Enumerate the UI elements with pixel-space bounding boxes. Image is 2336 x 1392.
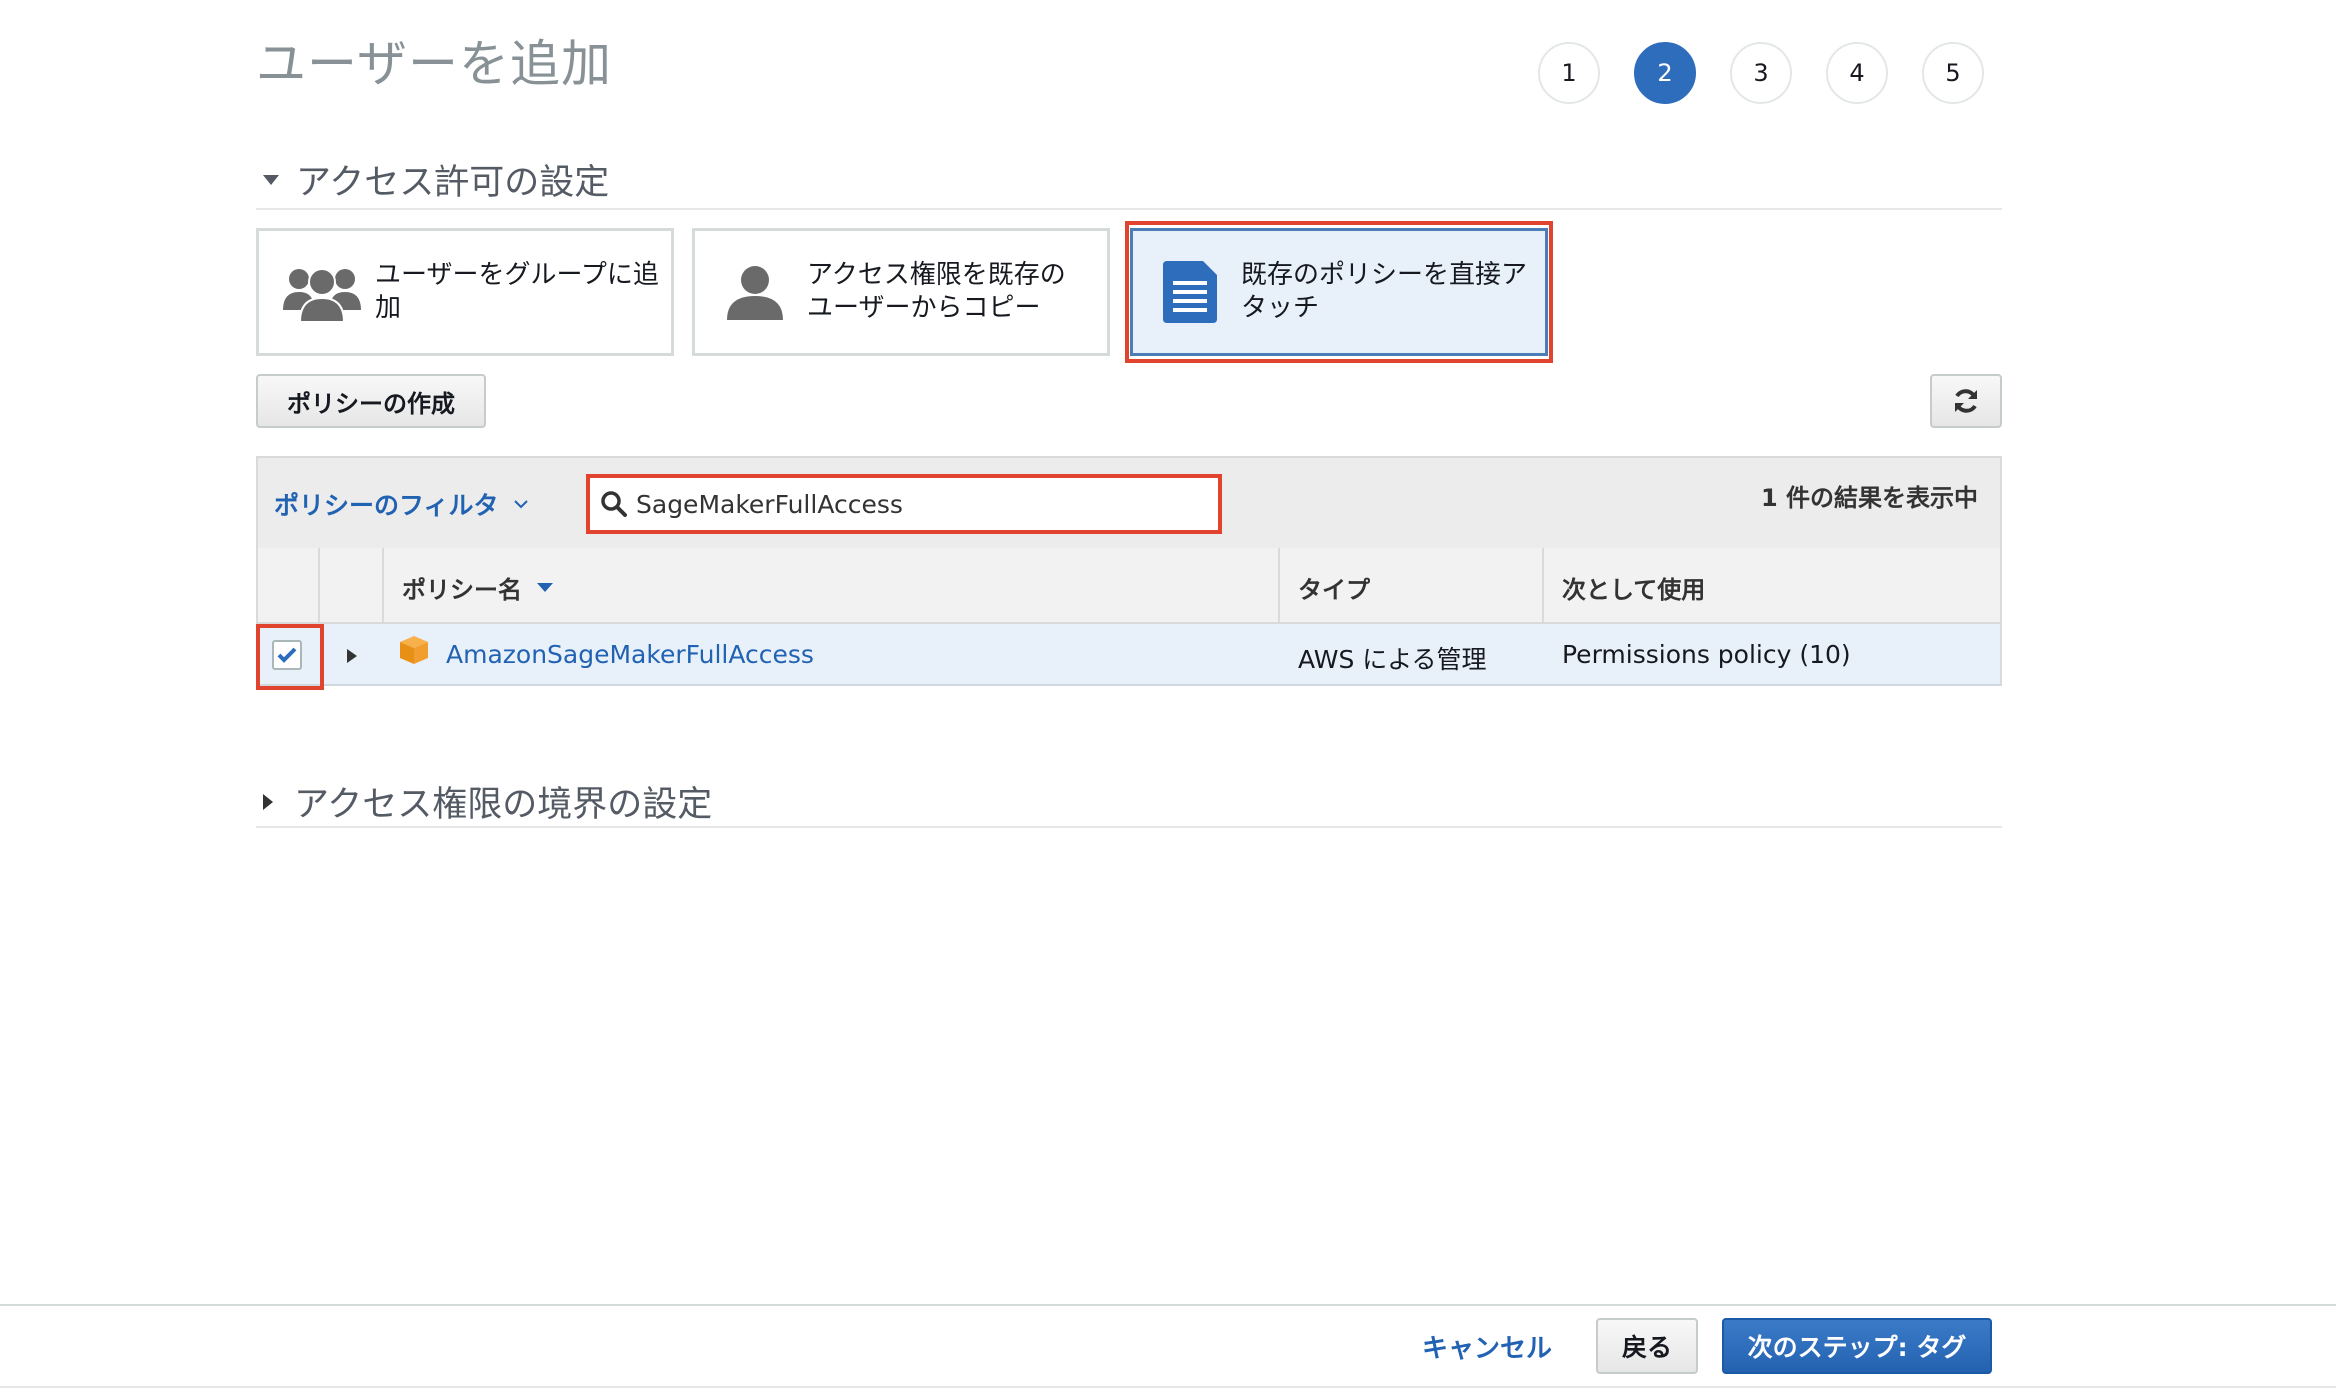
caret-right-icon: [263, 793, 273, 810]
option-add-to-group[interactable]: ユーザーをグループに追 加: [256, 228, 674, 356]
option-attach-existing-policy[interactable]: 既存のポリシーを直接ア タッチ: [1130, 228, 1548, 356]
divider: [256, 826, 2002, 828]
search-input[interactable]: SageMakerFullAccess: [636, 490, 903, 519]
page-title: ユーザーを追加: [256, 35, 612, 93]
next-step-tags-button[interactable]: 次のステップ: タグ: [1722, 1318, 1992, 1374]
user-icon: [727, 266, 783, 320]
user-group-icon: [283, 268, 361, 322]
cancel-link[interactable]: キャンセル: [1422, 1328, 1552, 1365]
wizard-steps: 1 2 3 4 5: [1538, 42, 1984, 104]
chevron-down-icon: [513, 500, 528, 509]
result-count: 1 件の結果を表示中: [1760, 484, 1978, 512]
column-header-policy-name[interactable]: ポリシー名: [402, 570, 554, 605]
column-divider: [318, 548, 320, 624]
back-button[interactable]: 戻る: [1596, 1318, 1698, 1374]
caret-down-icon: [263, 174, 279, 185]
create-policy-button[interactable]: ポリシーの作成: [256, 374, 486, 428]
policy-type-cell: AWS による管理: [1298, 645, 1487, 674]
row-checkbox[interactable]: [272, 640, 302, 670]
option-label-line2: タッチ: [1241, 293, 1320, 323]
step-2[interactable]: 2: [1634, 42, 1696, 104]
refresh-button[interactable]: [1930, 374, 2002, 428]
policy-used-as-cell: Permissions policy (10): [1562, 640, 1851, 669]
sort-descending-icon: [537, 583, 553, 592]
column-header-type[interactable]: タイプ: [1298, 570, 1370, 605]
document-icon: [1163, 261, 1217, 323]
refresh-icon: [1955, 389, 1977, 413]
bottom-border: [0, 1386, 2336, 1388]
expand-row-icon[interactable]: [346, 648, 358, 664]
option-copy-from-user[interactable]: アクセス権限を既存の ユーザーからコピー: [692, 228, 1110, 356]
step-3[interactable]: 3: [1730, 42, 1792, 104]
aws-managed-policy-icon: [400, 636, 428, 664]
column-header-used-as[interactable]: 次として使用: [1562, 570, 1705, 605]
divider: [256, 208, 2002, 210]
column-divider: [1278, 548, 1280, 624]
boundary-section-title: アクセス権限の境界の設定: [294, 785, 713, 825]
step-4[interactable]: 4: [1826, 42, 1888, 104]
policy-search-box[interactable]: SageMakerFullAccess: [586, 474, 1222, 534]
footer-divider: [0, 1304, 2336, 1306]
search-icon: [601, 491, 627, 517]
policy-name-link[interactable]: AmazonSageMakerFullAccess: [446, 640, 814, 669]
column-header-label: ポリシー名: [402, 576, 522, 604]
step-5[interactable]: 5: [1922, 42, 1984, 104]
option-label-line1: ユーザーをグループに追: [375, 260, 659, 290]
option-label-line2: 加: [375, 293, 402, 323]
column-divider: [382, 548, 384, 624]
permissions-section-toggle[interactable]: アクセス許可の設定: [262, 154, 609, 205]
checkmark-icon: [277, 647, 297, 663]
option-label-line1: 既存のポリシーを直接ア: [1241, 260, 1528, 290]
step-1[interactable]: 1: [1538, 42, 1600, 104]
boundary-section-toggle[interactable]: アクセス権限の境界の設定: [262, 776, 712, 827]
policy-filter-label: ポリシーのフィルタ: [274, 491, 499, 520]
option-label-line1: アクセス権限を既存の: [807, 260, 1066, 290]
column-divider: [1542, 548, 1544, 624]
option-label-line2: ユーザーからコピー: [807, 293, 1041, 323]
permissions-section-title: アクセス許可の設定: [296, 163, 610, 203]
policy-filter-dropdown[interactable]: ポリシーのフィルタ: [274, 486, 529, 522]
